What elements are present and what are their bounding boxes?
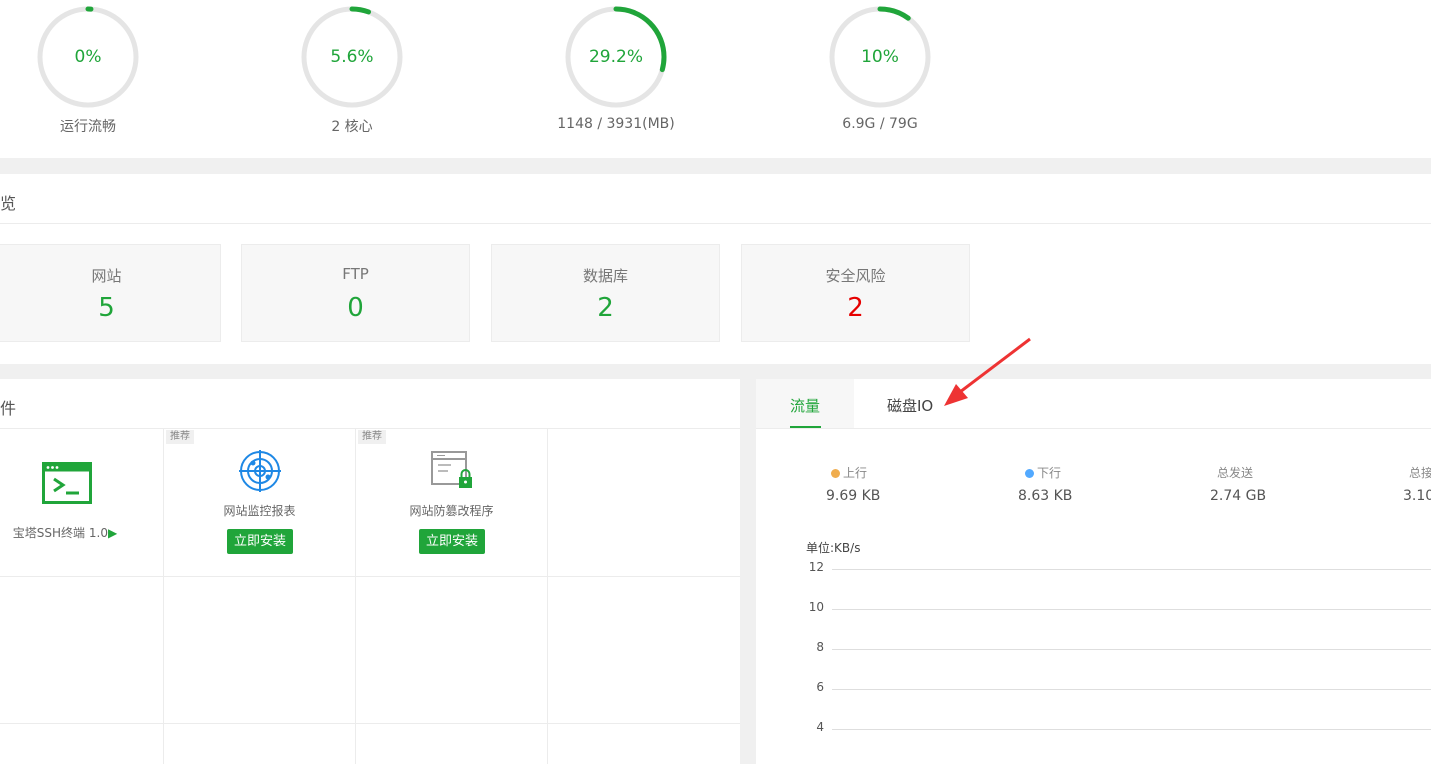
- install-monitor-report-button[interactable]: 立即安装: [227, 529, 293, 554]
- y-tick-4: 4: [816, 720, 824, 734]
- security-risk-card[interactable]: 安全风险 2: [741, 244, 970, 342]
- overview-divider: [0, 223, 1431, 224]
- upload-value: 9.69 KB: [826, 488, 881, 504]
- ssh-terminal-label: 宝塔SSH终端 1.0: [12, 526, 108, 540]
- traffic-panel: 流量 磁盘IO 上行 9.69 KB 下行 8.63 KB 总发送 2.74 G…: [756, 379, 1431, 764]
- install-tamper-proof-button[interactable]: 立即安装: [419, 529, 485, 554]
- monitor-report-name: 网站监控报表: [223, 504, 296, 518]
- y-gridline-12: [832, 569, 1431, 570]
- total-sent-value: 2.74 GB: [1210, 488, 1267, 504]
- radar-icon: [239, 450, 281, 492]
- software-title: 件: [0, 399, 17, 418]
- security-risk-value[interactable]: 2: [742, 293, 969, 323]
- y-tick-10: 10: [808, 600, 824, 614]
- total-received-value: 3.10: [1403, 488, 1431, 504]
- download-label: 下行: [1025, 464, 1061, 481]
- browser-lock-icon: [431, 451, 472, 488]
- site-count-label: 网站: [91, 267, 122, 285]
- software-item-ssh-terminal[interactable]: 宝塔SSH终端 1.0▶: [0, 429, 163, 576]
- download-value: 8.63 KB: [1018, 488, 1073, 504]
- grid-line: [0, 576, 740, 577]
- ftp-count-label: FTP: [342, 265, 369, 283]
- cpu-caption: 2 核心: [331, 119, 373, 135]
- load-value: 0%: [74, 47, 102, 67]
- database-count-label: 数据库: [582, 267, 628, 285]
- cpu-value: 5.6%: [330, 47, 374, 67]
- disk-value: 10%: [861, 47, 899, 67]
- status-panel: 0% 运行流畅 5.6% 2 核心 29.2% 1148 / 3931(MB) …: [0, 0, 1431, 158]
- overview-title: 览: [0, 194, 17, 213]
- upload-label: 上行: [831, 464, 867, 481]
- terminal-icon: [42, 462, 92, 504]
- chart-unit-label: 单位:KB/s: [806, 541, 861, 555]
- recommend-tag: 推荐: [358, 430, 386, 444]
- y-tick-8: 8: [816, 640, 824, 654]
- ssh-terminal-name: 宝塔SSH终端 1.0▶: [0, 524, 160, 541]
- site-count-value[interactable]: 5: [0, 293, 220, 323]
- grid-line: [0, 723, 740, 724]
- database-count-card[interactable]: 数据库 2: [491, 244, 720, 342]
- total-sent-label: 总发送: [1217, 466, 1254, 480]
- tamper-proof-name: 网站防篡改程序: [409, 504, 494, 518]
- overview-panel: 览 网站 5 FTP 0 数据库 2 安全风险 2: [0, 174, 1431, 364]
- play-icon[interactable]: ▶: [108, 526, 117, 540]
- grid-line: [547, 429, 548, 764]
- site-count-card[interactable]: 网站 5: [0, 244, 221, 342]
- annotation-arrow-icon: [944, 337, 1031, 406]
- load-gauge[interactable]: 0%: [35, 4, 141, 110]
- software-panel: 件 宝塔SSH终端 1.0▶ 推荐 网站监控报表 立即安装 推荐 网站防篡改程序…: [0, 379, 740, 764]
- tab-traffic[interactable]: 流量: [790, 395, 820, 416]
- memory-gauge[interactable]: 29.2%: [563, 4, 669, 110]
- tab-disk-io[interactable]: 磁盘IO: [887, 395, 933, 416]
- y-gridline-10: [832, 609, 1431, 610]
- software-item-tamper-proof[interactable]: 推荐 网站防篡改程序 立即安装: [356, 429, 547, 576]
- memory-value: 29.2%: [588, 47, 643, 67]
- software-item-monitor-report[interactable]: 推荐 网站监控报表 立即安装: [164, 429, 355, 576]
- y-gridline-4: [832, 729, 1431, 730]
- ftp-count-card[interactable]: FTP 0: [241, 244, 470, 342]
- y-tick-6: 6: [816, 680, 824, 694]
- traffic-divider: [756, 428, 1431, 429]
- cpu-gauge[interactable]: 5.6%: [299, 4, 405, 110]
- database-count-value[interactable]: 2: [492, 293, 719, 323]
- memory-caption: 1148 / 3931(MB): [557, 116, 675, 132]
- total-received-label: 总接: [1409, 466, 1431, 480]
- disk-gauge[interactable]: 10%: [827, 4, 933, 110]
- download-dot-icon: [1025, 469, 1034, 478]
- y-gridline-8: [832, 649, 1431, 650]
- ftp-count-value[interactable]: 0: [242, 293, 469, 323]
- recommend-tag: 推荐: [166, 430, 194, 444]
- y-gridline-6: [832, 689, 1431, 690]
- y-tick-12: 12: [808, 560, 824, 574]
- security-risk-label: 安全风险: [825, 267, 886, 285]
- load-caption: 运行流畅: [60, 119, 116, 135]
- disk-caption: 6.9G / 79G: [842, 116, 918, 132]
- upload-dot-icon: [831, 469, 840, 478]
